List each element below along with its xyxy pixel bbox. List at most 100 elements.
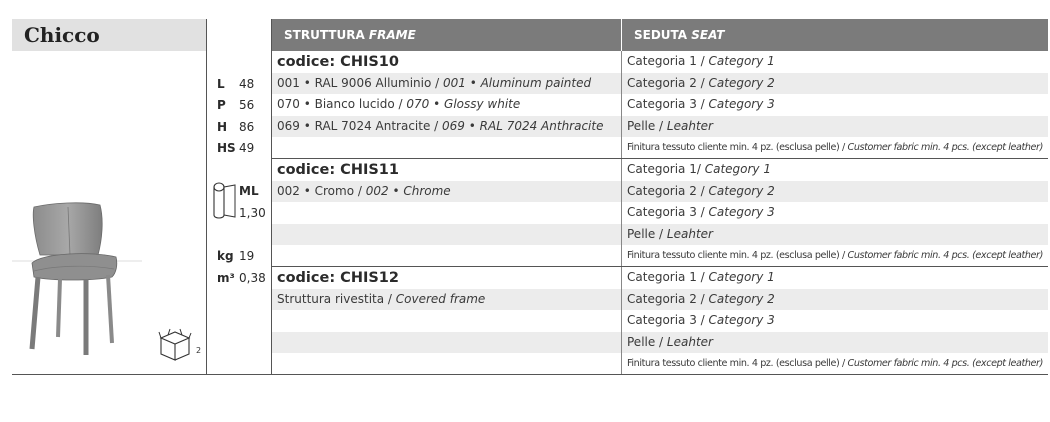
weight-label: kg xyxy=(217,249,234,263)
seat-category-it: Categoria 3 / xyxy=(627,97,709,112)
frame-finish-en: 070 • Glossy white xyxy=(406,97,521,112)
dim-value-hs: 49 xyxy=(239,141,255,155)
seat-category-it: Finitura tessuto cliente min. 4 pz. (esc… xyxy=(627,358,848,370)
frame-finish-it: 069 • RAL 7024 Antracite / xyxy=(277,118,443,133)
seat-category-it: Pelle / xyxy=(627,226,667,241)
dim-label-hs: HS xyxy=(217,141,236,155)
seat-category-it: Categoria 3 / xyxy=(627,313,709,328)
table-row: Finitura tessuto cliente min. 4 pz. (esc… xyxy=(272,353,1048,374)
seat-category: Pelle / Leahter xyxy=(627,224,1047,245)
frame-column-header: STRUTTURA FRAME xyxy=(272,19,621,51)
seat-category-en: Category 3 xyxy=(708,97,775,112)
seat-category-en: Category 2 xyxy=(708,183,775,198)
seat-category: Categoria 2 / Category 2 xyxy=(627,73,1047,94)
seat-category: Categoria 2 / Category 2 xyxy=(627,289,1047,310)
table-row: Finitura tessuto cliente min. 4 pz. (esc… xyxy=(272,137,1048,158)
table-row: codice: CHIS10 Categoria 1 / Category 1 xyxy=(272,51,1048,72)
table-row: Pelle / Leahter xyxy=(272,223,1048,245)
seat-category-en: Category 3 xyxy=(708,313,775,328)
frame-finish: 069 • RAL 7024 Antracite / 069 • RAL 702… xyxy=(277,116,617,137)
empty-cell xyxy=(277,310,617,331)
seat-category: Pelle / Leahter xyxy=(627,332,1047,353)
package-count: 2 xyxy=(196,346,202,355)
volume-label: m³ xyxy=(217,271,235,285)
weight-value: 19 xyxy=(239,249,255,263)
frame-finish-it: Struttura rivestita / xyxy=(277,291,396,306)
seat-category: Categoria 2 / Category 2 xyxy=(627,181,1047,202)
seat-category-it: Finitura tessuto cliente min. 4 pz. (esc… xyxy=(627,142,848,154)
seat-category-en: Category 1 xyxy=(708,54,775,68)
empty-cell xyxy=(277,332,617,353)
divider xyxy=(271,266,1048,267)
frame-header-it: STRUTTURA xyxy=(284,28,365,42)
seat-category-en: Category 2 xyxy=(708,291,775,306)
frame-finish-en: Covered frame xyxy=(395,291,486,306)
seat-category-it: Categoria 2 / xyxy=(627,291,709,306)
empty-cell xyxy=(277,224,617,245)
seat-category-it: Categoria 3 / xyxy=(627,205,709,220)
frame-finish-en: 069 • RAL 7024 Anthracite xyxy=(442,118,604,133)
volume-value: 0,38 xyxy=(239,271,266,285)
seat-category: Categoria 3 / Category 3 xyxy=(627,94,1047,115)
product-code: codice: CHIS10 xyxy=(277,54,399,70)
fabric-label: ML xyxy=(239,184,259,198)
table-row: 070 • Bianco lucido / 070 • Glossy white… xyxy=(272,94,1048,115)
dim-label-h: H xyxy=(217,120,228,134)
divider xyxy=(271,158,1048,159)
seat-header-en: SEAT xyxy=(691,28,725,42)
table-row: codice: CHIS11 Categoria 1/ Category 1 xyxy=(272,159,1048,180)
table-row: Categoria 3 / Category 3 xyxy=(272,202,1048,223)
product-code: codice: CHIS11 xyxy=(277,162,399,178)
seat-category: Categoria 3 / Category 3 xyxy=(627,310,1047,331)
frame-finish: 070 • Bianco lucido / 070 • Glossy white xyxy=(277,94,617,115)
frame-finish: 001 • RAL 9006 Alluminio / 001 • Aluminu… xyxy=(277,73,617,94)
frame-finish-en: 001 • Aluminum painted xyxy=(442,75,592,90)
dim-value-p: 56 xyxy=(239,98,255,112)
product-title: Chicco xyxy=(24,23,100,47)
fabric-roll-icon xyxy=(213,182,236,219)
seat-header-it: SEDUTA xyxy=(634,28,688,42)
fabric-value: 1,30 xyxy=(239,206,266,220)
seat-category: Categoria 3 / Category 3 xyxy=(627,202,1047,223)
seat-category-en: Category 3 xyxy=(708,205,775,220)
seat-category-it: Pelle / xyxy=(627,118,667,133)
chair-image xyxy=(12,202,142,355)
seat-category-en: Category 1 xyxy=(704,162,771,176)
table-row: Finitura tessuto cliente min. 4 pz. (esc… xyxy=(272,245,1048,266)
seat-category-it: Categoria 1 / xyxy=(627,270,709,284)
seat-category: Finitura tessuto cliente min. 4 pz. (esc… xyxy=(627,245,1047,266)
seat-category-it: Finitura tessuto cliente min. 4 pz. (esc… xyxy=(627,250,848,262)
frame-finish: Struttura rivestita / Covered frame xyxy=(277,289,617,310)
dim-value-h: 86 xyxy=(239,120,255,134)
frame-header-en: FRAME xyxy=(368,28,416,42)
divider xyxy=(621,51,622,374)
empty-cell xyxy=(277,353,617,374)
seat-category-it: Pelle / xyxy=(627,334,667,349)
table-row: 069 • RAL 7024 Antracite / 069 • RAL 702… xyxy=(272,115,1048,137)
seat-category-it: Categoria 1/ xyxy=(627,162,705,176)
dim-label-p: P xyxy=(217,98,226,112)
seat-category-en: Leahter xyxy=(666,118,713,133)
seat-category: Finitura tessuto cliente min. 4 pz. (esc… xyxy=(627,137,1047,158)
seat-category-en: Customer fabric min. 4 pcs. (except leat… xyxy=(847,142,1044,154)
seat-category-en: Leahter xyxy=(666,226,713,241)
divider xyxy=(206,19,207,374)
seat-category-en: Category 1 xyxy=(708,270,775,284)
frame-finish-it: 002 • Cromo / xyxy=(277,183,366,198)
table-row: 001 • RAL 9006 Alluminio / 001 • Aluminu… xyxy=(272,72,1048,94)
table-row: 002 • Cromo / 002 • Chrome Categoria 2 / … xyxy=(272,180,1048,202)
seat-category-en: Category 2 xyxy=(708,75,775,90)
table-row: Pelle / Leahter xyxy=(272,331,1048,353)
seat-category: Categoria 1 / Category 1 xyxy=(627,267,1047,288)
seat-category: Categoria 1 / Category 1 xyxy=(627,51,1047,72)
empty-cell xyxy=(277,137,617,158)
frame-finish-it: 001 • RAL 9006 Alluminio / xyxy=(277,75,443,90)
seat-category: Finitura tessuto cliente min. 4 pz. (esc… xyxy=(627,353,1047,374)
frame-finish-en: 002 • Chrome xyxy=(365,183,451,198)
seat-column-header: SEDUTA SEAT xyxy=(622,19,1048,51)
empty-cell xyxy=(277,202,617,223)
frame-finish: 002 • Cromo / 002 • Chrome xyxy=(277,181,617,202)
seat-category-en: Customer fabric min. 4 pcs. (except leat… xyxy=(847,358,1044,370)
empty-cell xyxy=(277,245,617,266)
seat-category: Categoria 1/ Category 1 xyxy=(627,159,1047,180)
